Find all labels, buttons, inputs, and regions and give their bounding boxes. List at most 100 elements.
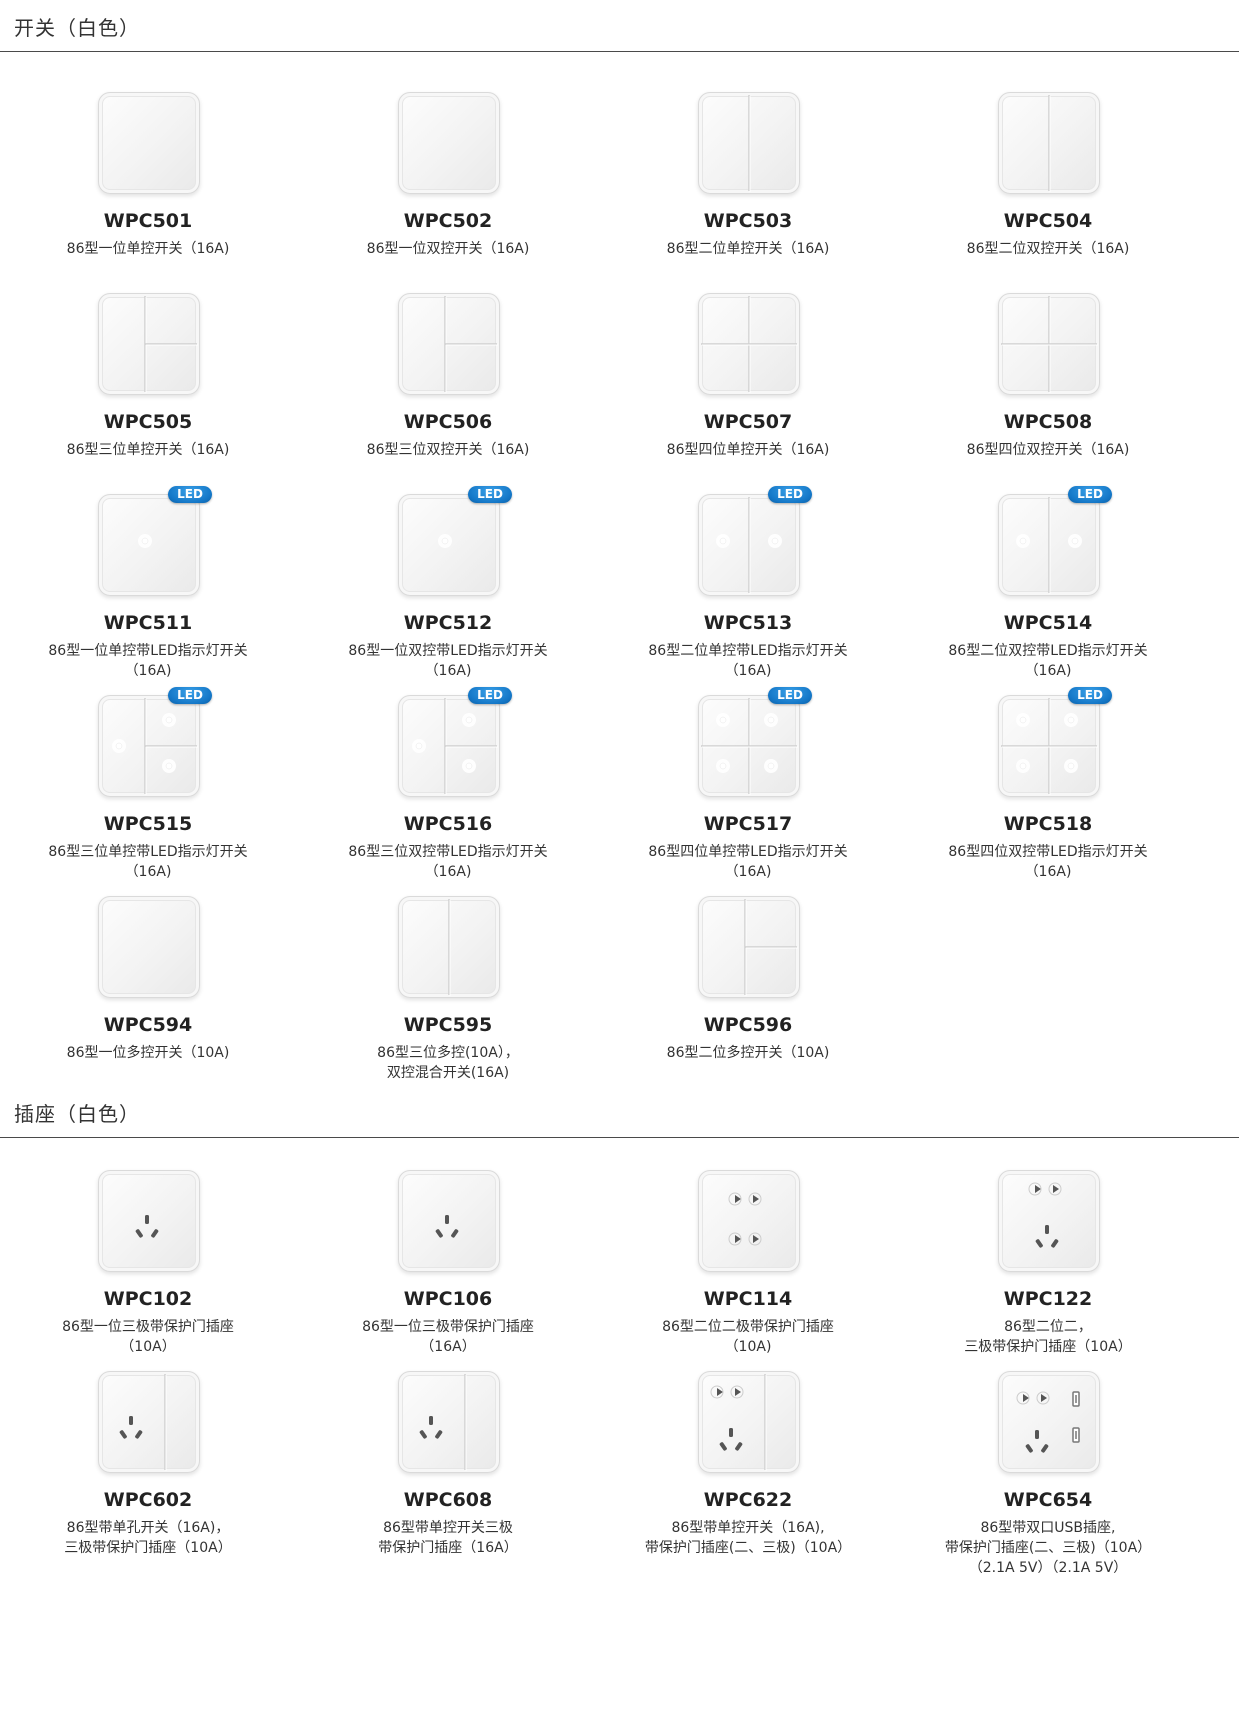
product-card[interactable]: WPC595 86型三位多控(10A）， 双控混合开关(16A) — [300, 886, 600, 1106]
switch-1gang-led-icon — [398, 494, 500, 596]
product-card[interactable]: WPC503 86型二位单控开关（16A) — [600, 82, 900, 302]
product-model: WPC501 — [103, 210, 193, 232]
switch-1gang-icon — [98, 896, 200, 998]
socket-2x2pin-icon — [698, 1170, 800, 1272]
switch-4gang-icon — [698, 293, 800, 395]
product-model: WPC516 — [403, 813, 493, 835]
product-model: WPC122 — [1003, 1288, 1093, 1310]
product-card[interactable]: WPC114 86型二位二极带保护门插座 （10A) — [600, 1160, 900, 1380]
product-card[interactable]: WPC506 86型三位双控开关（16A) — [300, 283, 600, 503]
section-header: 开关（白色） — [0, 0, 1239, 52]
switch-3gang-icon — [698, 896, 800, 998]
product-model: WPC515 — [103, 813, 193, 835]
socket-3pin-icon — [398, 1170, 500, 1272]
product-card[interactable]: WPC594 86型一位多控开关（10A) — [0, 886, 300, 1106]
switch-2gang-icon — [698, 92, 800, 194]
switch-2gang-icon — [398, 896, 500, 998]
product-card[interactable]: WPC507 86型四位单控开关（16A) — [600, 283, 900, 503]
product-model: WPC506 — [403, 411, 493, 433]
switch-2gang-led-icon — [698, 494, 800, 596]
switch-3gang-led-icon — [398, 695, 500, 797]
product-card[interactable]: WPC504 86型二位双控开关（16A) — [900, 82, 1200, 302]
product-card[interactable]: WPC122 86型二位二， 三极带保护门插座（10A） — [900, 1160, 1200, 1380]
product-description: 86型四位双控开关（16A) — [966, 442, 1130, 458]
product-model: WPC504 — [1003, 210, 1093, 232]
product-card[interactable]: LED WPC515 86型三位单控带LED指示灯开关 （16A) — [0, 685, 300, 905]
product-card[interactable]: WPC505 86型三位单控开关（16A) — [0, 283, 300, 503]
product-description: 86型二位多控开关（10A) — [666, 1045, 830, 1061]
switch-3gang-icon — [98, 293, 200, 395]
product-card[interactable]: WPC102 86型一位三极带保护门插座 （10A） — [0, 1160, 300, 1380]
product-description: 86型三位双控带LED指示灯开关 （16A) — [348, 844, 548, 880]
product-model: WPC518 — [1003, 813, 1093, 835]
product-model: WPC594 — [103, 1014, 193, 1036]
product-card[interactable]: LED WPC511 86型一位单控带LED指示灯开关 （16A) — [0, 484, 300, 704]
led-badge: LED — [768, 486, 812, 503]
product-description: 86型三位单控带LED指示灯开关 （16A) — [48, 844, 248, 880]
product-card[interactable]: LED WPC512 86型一位双控带LED指示灯开关 （16A) — [300, 484, 600, 704]
product-model: WPC622 — [703, 1489, 793, 1511]
switch-socket-5pin-icon — [698, 1371, 800, 1473]
product-description: 86型带单孔开关（16A)， 三极带保护门插座（10A） — [64, 1520, 232, 1556]
product-description: 86型二位单控开关（16A) — [666, 241, 830, 257]
product-model: WPC106 — [403, 1288, 493, 1310]
product-model: WPC517 — [703, 813, 793, 835]
product-model: WPC511 — [103, 612, 193, 634]
product-grid: WPC501 86型一位单控开关（16A) WPC502 86型一位双控开关（16A)… — [0, 82, 1239, 1106]
switch-socket-3pin-icon — [398, 1371, 500, 1473]
switch-socket-3pin-icon — [98, 1371, 200, 1473]
product-model: WPC505 — [103, 411, 193, 433]
product-description: 86型二位单控带LED指示灯开关 （16A) — [648, 643, 848, 679]
product-description: 86型一位多控开关（10A) — [66, 1045, 230, 1061]
switch-4gang-icon — [998, 293, 1100, 395]
socket-3pin-icon — [98, 1170, 200, 1272]
product-model: WPC654 — [1003, 1489, 1093, 1511]
product-card[interactable]: WPC502 86型一位双控开关（16A) — [300, 82, 600, 302]
led-badge: LED — [1068, 486, 1112, 503]
switch-4gang-led-icon — [998, 695, 1100, 797]
product-description: 86型一位双控带LED指示灯开关 （16A) — [348, 643, 548, 679]
usb-socket-5pin-icon — [998, 1371, 1100, 1473]
product-card[interactable]: WPC622 86型带单控开关（16A), 带保护门插座(二、三极)（10A） — [600, 1361, 900, 1581]
product-card[interactable]: LED WPC517 86型四位单控带LED指示灯开关 （16A) — [600, 685, 900, 905]
section-title: 开关（白色） — [14, 16, 140, 40]
product-card[interactable]: WPC501 86型一位单控开关（16A) — [0, 82, 300, 302]
product-card[interactable]: LED WPC518 86型四位双控带LED指示灯开关 （16A) — [900, 685, 1200, 905]
switch-1gang-icon — [398, 92, 500, 194]
product-model: WPC114 — [703, 1288, 793, 1310]
product-model: WPC502 — [403, 210, 493, 232]
product-description: 86型一位单控开关（16A) — [66, 241, 230, 257]
product-description: 86型四位单控开关（16A) — [666, 442, 830, 458]
product-model: WPC102 — [103, 1288, 193, 1310]
product-model: WPC514 — [1003, 612, 1093, 634]
product-description: 86型二位双控开关（16A) — [966, 241, 1130, 257]
product-card[interactable]: WPC608 86型带单控开关三极 带保护门插座（16A） — [300, 1361, 600, 1581]
product-card[interactable]: LED WPC516 86型三位双控带LED指示灯开关 （16A) — [300, 685, 600, 905]
product-description: 86型二位双控带LED指示灯开关 （16A) — [948, 643, 1148, 679]
product-card[interactable]: LED WPC513 86型二位单控带LED指示灯开关 （16A) — [600, 484, 900, 704]
product-description: 86型带单控开关三极 带保护门插座（16A） — [378, 1520, 518, 1556]
led-badge: LED — [768, 687, 812, 704]
product-description: 86型一位单控带LED指示灯开关 （16A) — [48, 643, 248, 679]
product-description: 86型三位单控开关（16A) — [66, 442, 230, 458]
product-card[interactable]: WPC106 86型一位三极带保护门插座 （16A） — [300, 1160, 600, 1380]
product-description: 86型一位三极带保护门插座 （16A） — [362, 1319, 534, 1355]
product-description: 86型四位双控带LED指示灯开关 （16A) — [948, 844, 1148, 880]
product-description: 86型三位多控(10A）， 双控混合开关(16A) — [377, 1045, 519, 1081]
product-card[interactable]: WPC508 86型四位双控开关（16A) — [900, 283, 1200, 503]
product-card[interactable]: WPC654 86型带双口USB插座, 带保护门插座(二、三极)（10A） （2.… — [900, 1361, 1200, 1581]
switch-4gang-led-icon — [698, 695, 800, 797]
product-description: 86型三位双控开关（16A) — [366, 442, 530, 458]
product-description: 86型二位二， 三极带保护门插座（10A） — [964, 1319, 1132, 1355]
product-description: 86型一位双控开关（16A) — [366, 241, 530, 257]
product-model: WPC512 — [403, 612, 493, 634]
switch-2gang-led-icon — [998, 494, 1100, 596]
section-title: 插座（白色） — [14, 1102, 140, 1126]
product-card[interactable]: WPC602 86型带单孔开关（16A)， 三极带保护门插座（10A） — [0, 1361, 300, 1581]
product-card[interactable]: WPC596 86型二位多控开关（10A) — [600, 886, 900, 1106]
led-badge: LED — [468, 486, 512, 503]
product-card[interactable]: LED WPC514 86型二位双控带LED指示灯开关 （16A) — [900, 484, 1200, 704]
product-description: 86型一位三极带保护门插座 （10A） — [62, 1319, 234, 1355]
switch-2gang-icon — [998, 92, 1100, 194]
product-description: 86型四位单控带LED指示灯开关 （16A) — [648, 844, 848, 880]
